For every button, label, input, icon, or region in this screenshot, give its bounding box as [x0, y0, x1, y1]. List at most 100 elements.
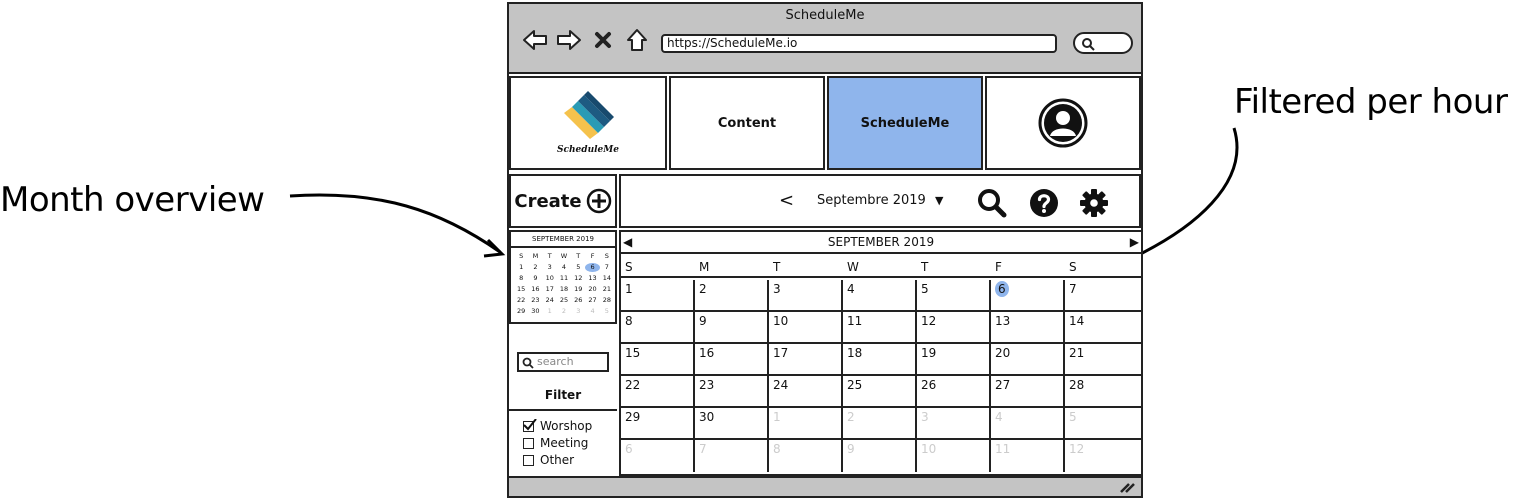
- browser-search-field[interactable]: [1073, 32, 1133, 54]
- mini-date[interactable]: 4: [557, 263, 571, 272]
- checkbox[interactable]: [523, 437, 534, 449]
- mini-date[interactable]: 5: [600, 307, 614, 316]
- calendar-day-cell[interactable]: 10: [917, 440, 991, 472]
- calendar-day-cell[interactable]: 11: [843, 312, 917, 344]
- mini-date[interactable]: 8: [514, 274, 528, 283]
- calendar-day-cell[interactable]: 29: [621, 408, 695, 440]
- mini-date[interactable]: 30: [528, 307, 542, 316]
- mini-date[interactable]: 17: [543, 285, 557, 294]
- mini-date[interactable]: 1: [543, 307, 557, 316]
- calendar-next-button[interactable]: ▶: [1130, 232, 1139, 252]
- mini-date[interactable]: 10: [543, 274, 557, 283]
- calendar-day-cell[interactable]: 28: [1065, 376, 1141, 408]
- mini-date[interactable]: 3: [571, 307, 585, 316]
- mini-date[interactable]: 19: [571, 285, 585, 294]
- calendar-day-cell[interactable]: 4: [843, 280, 917, 312]
- calendar-day-cell[interactable]: 20: [991, 344, 1065, 376]
- calendar-day-cell[interactable]: 25: [843, 376, 917, 408]
- prev-month-button[interactable]: <: [779, 190, 794, 211]
- mini-date[interactable]: 9: [528, 274, 542, 283]
- calendar-day-cell[interactable]: 13: [991, 312, 1065, 344]
- url-bar[interactable]: https://ScheduleMe.io: [661, 34, 1057, 53]
- mini-date[interactable]: 29: [514, 307, 528, 316]
- calendar-day-cell[interactable]: 23: [695, 376, 769, 408]
- mini-date[interactable]: 22: [514, 296, 528, 305]
- calendar-day-cell[interactable]: 6: [621, 440, 695, 472]
- mini-date[interactable]: 18: [557, 285, 571, 294]
- back-arrow-icon[interactable]: [521, 26, 549, 54]
- calendar-day-cell[interactable]: 15: [621, 344, 695, 376]
- calendar-day-cell[interactable]: 2: [695, 280, 769, 312]
- mini-date[interactable]: 14: [600, 274, 614, 283]
- gear-icon[interactable]: [1079, 188, 1109, 218]
- mini-date[interactable]: 6: [585, 263, 600, 272]
- mini-date[interactable]: 7: [600, 263, 614, 272]
- mini-date[interactable]: 4: [585, 307, 599, 316]
- calendar-day-cell[interactable]: 6: [991, 280, 1065, 312]
- close-icon[interactable]: [589, 26, 617, 54]
- create-button[interactable]: Create: [509, 174, 617, 228]
- calendar-day-cell[interactable]: 5: [1065, 408, 1141, 440]
- mini-date[interactable]: 20: [585, 285, 599, 294]
- calendar-day-cell[interactable]: 5: [917, 280, 991, 312]
- mini-date[interactable]: 5: [571, 263, 585, 272]
- calendar-day-cell[interactable]: 2: [843, 408, 917, 440]
- mini-date[interactable]: 1: [514, 263, 528, 272]
- calendar-day-cell[interactable]: 11: [991, 440, 1065, 472]
- calendar-day-cell[interactable]: 12: [1065, 440, 1141, 472]
- calendar-day-cell[interactable]: 17: [769, 344, 843, 376]
- calendar-day-cell[interactable]: 30: [695, 408, 769, 440]
- resize-handle-icon[interactable]: [1119, 480, 1135, 494]
- calendar-day-cell[interactable]: 12: [917, 312, 991, 344]
- calendar-day-cell[interactable]: 9: [843, 440, 917, 472]
- user-avatar[interactable]: [985, 76, 1141, 170]
- tab-content[interactable]: Content: [669, 76, 825, 170]
- mini-date[interactable]: 26: [571, 296, 585, 305]
- calendar-day-cell[interactable]: 22: [621, 376, 695, 408]
- app-logo[interactable]: ScheduleMe: [509, 76, 667, 170]
- mini-date[interactable]: 21: [600, 285, 614, 294]
- checkbox[interactable]: [523, 454, 534, 466]
- search-input[interactable]: search: [517, 352, 609, 372]
- mini-date[interactable]: 24: [543, 296, 557, 305]
- calendar-day-cell[interactable]: 3: [769, 280, 843, 312]
- calendar-day-cell[interactable]: 27: [991, 376, 1065, 408]
- filter-option[interactable]: Meeting: [523, 436, 588, 450]
- checkbox-checked[interactable]: [523, 418, 537, 432]
- calendar-day-cell[interactable]: 14: [1065, 312, 1141, 344]
- calendar-day-cell[interactable]: 1: [769, 408, 843, 440]
- calendar-prev-button[interactable]: ◀: [623, 232, 632, 252]
- calendar-day-cell[interactable]: 9: [695, 312, 769, 344]
- calendar-day-cell[interactable]: 7: [695, 440, 769, 472]
- mini-date[interactable]: 25: [557, 296, 571, 305]
- mini-date[interactable]: 2: [557, 307, 571, 316]
- filter-option[interactable]: Worshop: [523, 418, 592, 433]
- calendar-day-cell[interactable]: 16: [695, 344, 769, 376]
- mini-date[interactable]: 28: [600, 296, 614, 305]
- calendar-day-cell[interactable]: 26: [917, 376, 991, 408]
- calendar-day-cell[interactable]: 8: [769, 440, 843, 472]
- search-icon[interactable]: [977, 188, 1007, 218]
- mini-date[interactable]: 3: [543, 263, 557, 272]
- calendar-day-cell[interactable]: 1: [621, 280, 695, 312]
- mini-date[interactable]: 27: [585, 296, 599, 305]
- mini-date[interactable]: 23: [528, 296, 542, 305]
- calendar-day-cell[interactable]: 3: [917, 408, 991, 440]
- help-icon[interactable]: [1029, 188, 1059, 218]
- chevron-down-icon[interactable]: ▼: [935, 194, 943, 207]
- mini-date[interactable]: 12: [571, 274, 585, 283]
- home-icon[interactable]: [623, 26, 651, 54]
- month-selector[interactable]: Septembre 2019: [817, 193, 926, 208]
- mini-date[interactable]: 16: [528, 285, 542, 294]
- mini-date[interactable]: 13: [585, 274, 599, 283]
- calendar-day-cell[interactable]: 18: [843, 344, 917, 376]
- filter-option[interactable]: Other: [523, 453, 574, 467]
- mini-date[interactable]: 2: [528, 263, 542, 272]
- calendar-day-cell[interactable]: 10: [769, 312, 843, 344]
- calendar-day-cell[interactable]: 24: [769, 376, 843, 408]
- calendar-day-cell[interactable]: 4: [991, 408, 1065, 440]
- mini-date[interactable]: 11: [557, 274, 571, 283]
- tab-scheduleme[interactable]: ScheduleMe: [827, 76, 983, 170]
- calendar-day-cell[interactable]: 21: [1065, 344, 1141, 376]
- calendar-day-cell[interactable]: 19: [917, 344, 991, 376]
